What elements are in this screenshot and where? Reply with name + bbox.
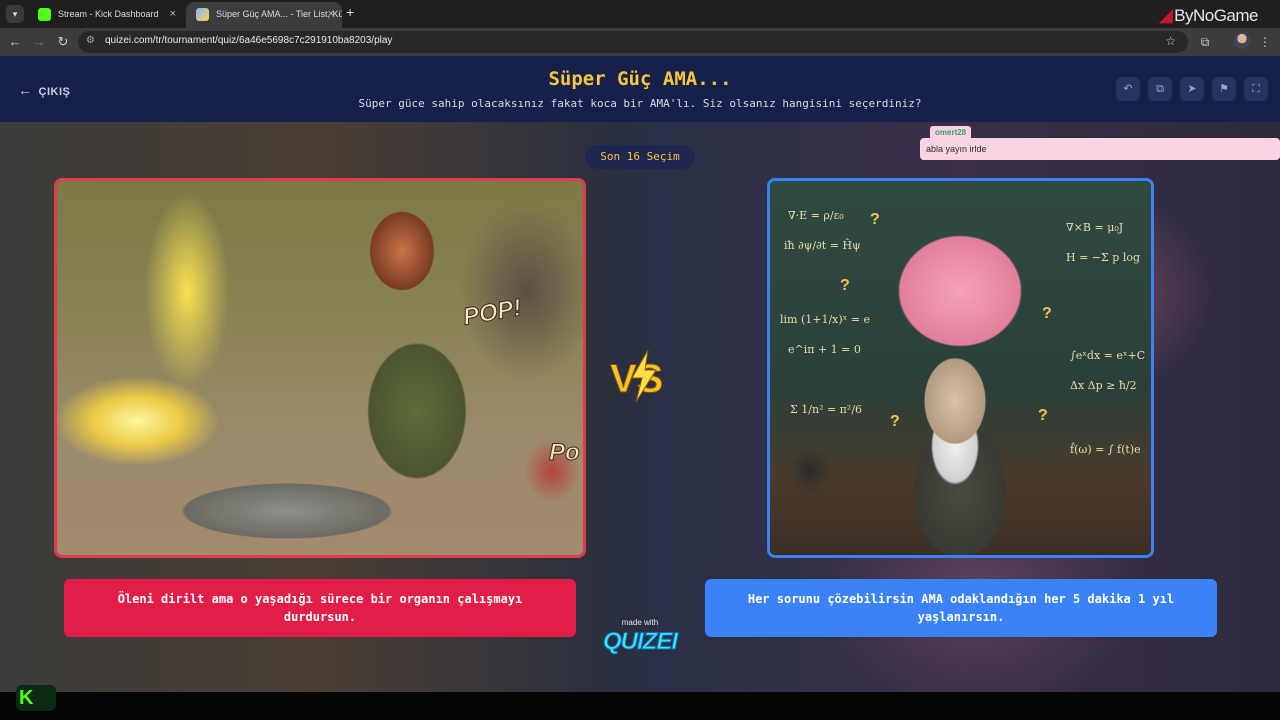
option-right-image[interactable]: ∇·E = ρ/ε₀ iħ ∂ψ/∂t = Ĥψ lim (1+1/x)ˣ = … [767, 178, 1154, 558]
chalk-formula: e^iπ + 1 = 0 [788, 343, 861, 356]
back-icon[interactable]: ← [6, 33, 24, 51]
chalk-formula: f̂(ω) = ∫ f(t)e [1070, 443, 1141, 456]
page-subtitle: Süper güce sahip olacaksınız fakat koca … [358, 97, 922, 110]
chalk-formula: H = −Σ p log [1066, 251, 1141, 264]
chat-message: abla yayın irlde [920, 138, 1280, 160]
pop-sound-text: Po [549, 439, 581, 467]
url-text: quizei.com/tr/tournament/quiz/6a46e5698c… [105, 35, 393, 46]
made-with-label: made with [621, 618, 659, 627]
resurrection-illustration [57, 181, 583, 555]
chalk-formula: lim (1+1/x)ˣ = e [780, 313, 871, 326]
bookmark-star-icon[interactable]: ☆ [1165, 34, 1176, 48]
send-icon[interactable]: ➤ [1180, 77, 1204, 101]
option-left-image[interactable]: POP! Po [54, 178, 586, 558]
option-left-caption[interactable]: Öleni dirilt ama o yaşadığı sürece bir o… [64, 579, 576, 637]
question-mark-icon: ? [1042, 305, 1052, 322]
tab-search-button[interactable]: ▾ [6, 5, 24, 23]
chalk-formula: Σ 1/n² = π²/6 [790, 403, 863, 416]
versus-text: VS [610, 357, 663, 401]
quiz-header: ← ÇIKIŞ Süper Güç AMA... Süper güce sahip… [0, 56, 1280, 122]
kick-favicon-icon [38, 8, 51, 21]
chalk-formula: ∇×B = μ₀J [1066, 221, 1124, 234]
reload-icon[interactable]: ↻ [54, 33, 72, 51]
tab-kick-dashboard[interactable]: Stream - Kick Dashboard × [28, 2, 184, 28]
undo-icon[interactable]: ↶ [1116, 77, 1140, 101]
question-mark-icon: ? [870, 211, 880, 228]
bynogame-logo-icon: ◢ [1159, 6, 1173, 25]
extensions-icon[interactable]: ⧉ [1196, 33, 1214, 51]
quizei-favicon-icon [196, 8, 209, 21]
big-brain-scholar-illustration [770, 181, 1151, 555]
stream-footer [0, 692, 1280, 720]
question-mark-icon: ? [1038, 407, 1048, 424]
quizei-logo: QUIZEI [602, 628, 678, 656]
chalk-formula: Δx Δp ≥ ħ/2 [1070, 379, 1137, 392]
tab-quizei[interactable]: Süper Güç AMA... - Tier List, Kü × [186, 2, 342, 28]
fullscreen-icon[interactable]: ⛶ [1244, 77, 1268, 101]
question-mark-icon: ? [890, 413, 900, 430]
forward-icon[interactable]: → [30, 33, 48, 51]
tab-label: Stream - Kick Dashboard [58, 9, 159, 19]
watermark-text: ByNoGame [1174, 6, 1258, 25]
browser-address-bar: ← → ↻ ⚙ quizei.com/tr/tournament/quiz/6a… [0, 28, 1280, 56]
close-icon[interactable]: × [328, 2, 334, 26]
flag-icon[interactable]: ⚑ [1212, 77, 1236, 101]
new-tab-button[interactable]: + [346, 4, 354, 20]
browser-tab-bar: ▾ Stream - Kick Dashboard × Süper Güç AM… [0, 0, 1280, 28]
question-mark-icon: ? [840, 277, 850, 294]
page-title: Süper Güç AMA... [548, 68, 732, 90]
menu-dots-icon[interactable]: ⋮ [1256, 33, 1274, 51]
stream-watermark: ◢ ByNoGame [1159, 6, 1259, 26]
kick-logo-icon: K [16, 685, 56, 711]
url-input[interactable]: ⚙ quizei.com/tr/tournament/quiz/6a46e569… [78, 31, 1188, 53]
chalk-formula: ∇·E = ρ/ε₀ [788, 209, 844, 222]
matchup-stage: Son 16 Seçim POP! Po ∇·E = ρ/ε₀ iħ ∂ψ/∂t… [0, 122, 1280, 692]
profile-avatar[interactable] [1234, 33, 1250, 49]
chalk-formula: ∫eˣdx = eˣ+C [1070, 349, 1146, 362]
round-badge: Son 16 Seçim [585, 145, 695, 169]
tab-label: Süper Güç AMA... - Tier List, Kü [216, 9, 342, 19]
chalk-formula: iħ ∂ψ/∂t = Ĥψ [784, 239, 861, 252]
site-info-icon[interactable]: ⚙ [86, 35, 95, 46]
option-right-caption[interactable]: Her sorunu çözebilirsin AMA odaklandığın… [705, 579, 1217, 637]
versus-icon: VS [610, 349, 664, 403]
close-icon[interactable]: × [170, 2, 176, 26]
copy-icon[interactable]: ⧉ [1148, 77, 1172, 101]
